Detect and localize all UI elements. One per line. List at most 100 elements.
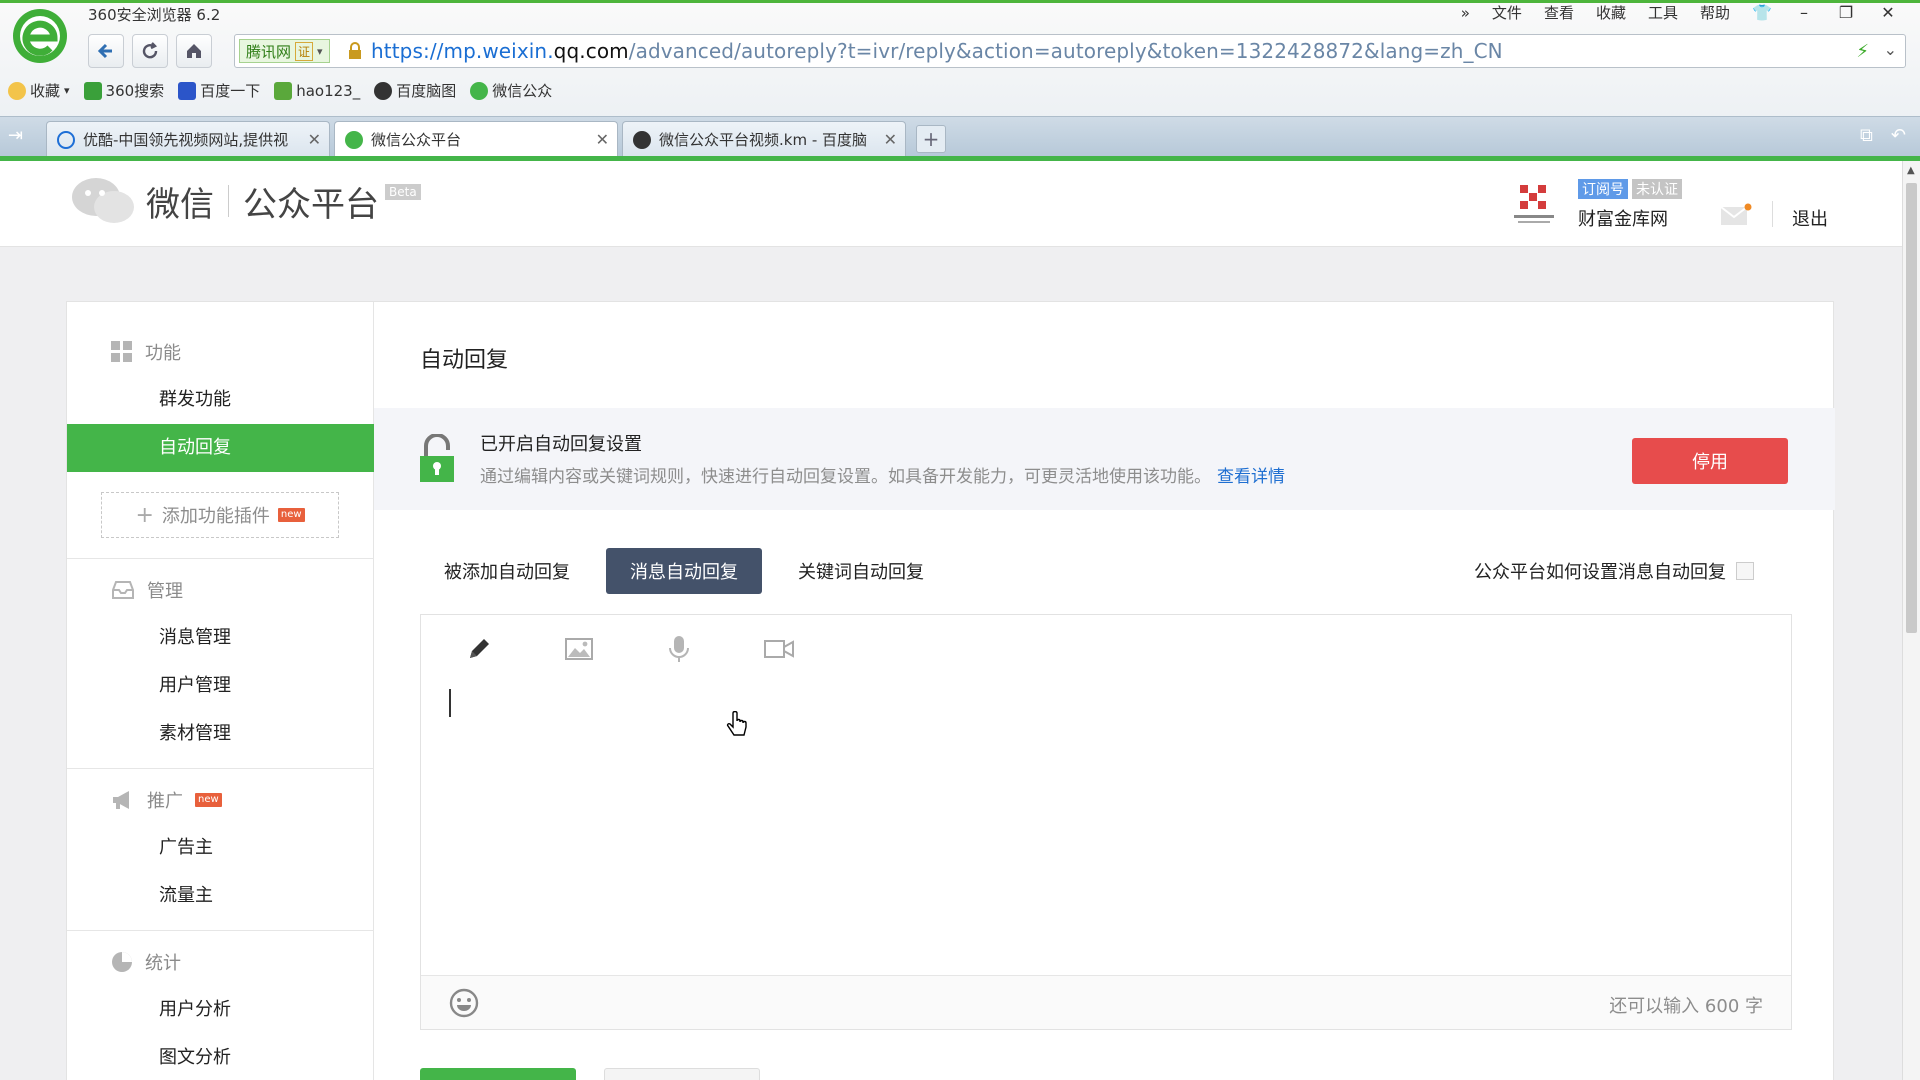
text-caret bbox=[449, 689, 451, 717]
tab-label: 优酷-中国领先视频网站,提供视 bbox=[83, 131, 289, 149]
help-link-label: 公众平台如何设置消息自动回复 bbox=[1474, 562, 1726, 583]
sidebar-item-mass-send[interactable]: 群发功能 bbox=[67, 376, 374, 424]
text-tool-button[interactable] bbox=[457, 629, 501, 669]
account-avatar[interactable] bbox=[1510, 183, 1558, 227]
sidebar-item-users[interactable]: 用户管理 bbox=[67, 662, 374, 710]
reply-editor[interactable]: 还可以输入 600 字 bbox=[420, 614, 1792, 1030]
sidebar-item-messages[interactable]: 消息管理 bbox=[67, 614, 374, 662]
bookmark-favorites[interactable]: 收藏 ▾ bbox=[8, 80, 70, 101]
close-window-button[interactable]: ✕ bbox=[1878, 3, 1898, 22]
help-link[interactable]: 公众平台如何设置消息自动回复 bbox=[1474, 558, 1754, 584]
tab-close-icon[interactable]: ✕ bbox=[596, 130, 609, 149]
tab-close-icon[interactable]: ✕ bbox=[308, 130, 321, 149]
tab-weixin-mp[interactable]: 微信公众平台 ✕ bbox=[334, 121, 618, 157]
menu-help[interactable]: 帮助 bbox=[1700, 2, 1730, 23]
inbox-icon bbox=[112, 581, 134, 599]
menu-tools[interactable]: 工具 bbox=[1648, 2, 1678, 23]
tab-naotu[interactable]: 微信公众平台视频.km - 百度脑 ✕ bbox=[622, 121, 906, 157]
menu-favorites[interactable]: 收藏 bbox=[1596, 2, 1626, 23]
video-camera-icon bbox=[764, 640, 794, 658]
sidebar-section-function: 功能 群发功能 自动回复 bbox=[67, 328, 374, 472]
delete-reply-button[interactable] bbox=[604, 1068, 760, 1080]
menu-overflow-icon[interactable]: » bbox=[1461, 4, 1470, 22]
voice-tool-button[interactable] bbox=[657, 629, 701, 669]
sidebar-item-auto-reply[interactable]: 自动回复 bbox=[67, 424, 374, 472]
scroll-thumb[interactable] bbox=[1906, 183, 1917, 633]
sidebar-item-publisher[interactable]: 流量主 bbox=[67, 872, 374, 920]
bookmark-baidu[interactable]: 百度一下 bbox=[178, 80, 260, 101]
mp-header: 微信 公众平台 Beta 订阅号 未认证 财富金库网 退出 bbox=[0, 161, 1902, 247]
restore-button[interactable]: ❐ bbox=[1836, 3, 1856, 22]
address-dropdown-icon[interactable]: ⌄ bbox=[1884, 40, 1897, 59]
hand-cursor-icon bbox=[726, 711, 747, 736]
page-title: 自动回复 bbox=[420, 348, 509, 373]
sidebar-item-advertiser[interactable]: 广告主 bbox=[67, 824, 374, 872]
bookmark-360search[interactable]: 360搜索 bbox=[83, 80, 164, 101]
naotu-icon bbox=[633, 130, 651, 149]
wechat-icon bbox=[345, 130, 363, 149]
menu-file[interactable]: 文件 bbox=[1492, 2, 1522, 23]
image-icon bbox=[565, 638, 593, 660]
address-bar[interactable]: 腾讯网 证 ▾ https://mp.weixin.qq.com/advance… bbox=[234, 34, 1906, 68]
vertical-scrollbar[interactable]: ▲ bbox=[1902, 161, 1920, 1080]
account-name[interactable]: 财富金库网 bbox=[1578, 205, 1668, 231]
sidebar-divider bbox=[67, 768, 374, 769]
wechat-icon bbox=[470, 81, 489, 100]
status-description-text: 通过编辑内容或关键词规则，快速进行自动回复设置。如具备开发能力，可更灵活地使用该… bbox=[480, 467, 1211, 487]
sidebar-item-user-analysis[interactable]: 用户分析 bbox=[67, 986, 374, 1034]
video-tool-button[interactable] bbox=[757, 629, 801, 669]
sidebar-toggle-icon[interactable]: ⇥ bbox=[8, 125, 23, 146]
bookmark-hao123[interactable]: hao123_ bbox=[274, 81, 360, 100]
lock-icon bbox=[349, 42, 361, 59]
add-plugin-button[interactable]: + 添加功能插件 new bbox=[101, 492, 339, 538]
mail-icon[interactable] bbox=[1720, 203, 1752, 227]
bookmark-weixin[interactable]: 微信公众 bbox=[470, 80, 552, 101]
save-button[interactable] bbox=[420, 1068, 576, 1080]
sidebar-item-article-analysis[interactable]: 图文分析 bbox=[67, 1034, 374, 1080]
url-domain: qq.com bbox=[553, 39, 629, 63]
image-tool-button[interactable] bbox=[557, 629, 601, 669]
hao123-icon bbox=[274, 81, 293, 100]
bookmark-naotu[interactable]: 百度脑图 bbox=[374, 80, 456, 101]
sidebar-divider bbox=[67, 930, 374, 931]
refresh-button[interactable] bbox=[132, 34, 168, 68]
search-icon bbox=[83, 81, 102, 100]
tab-message-reply[interactable]: 消息自动回复 bbox=[606, 548, 762, 594]
tab-youku[interactable]: 优酷-中国领先视频网站,提供视 ✕ bbox=[46, 121, 330, 157]
tab-keyword-reply[interactable]: 关键词自动回复 bbox=[774, 548, 948, 594]
view-details-link[interactable]: 查看详情 bbox=[1217, 467, 1285, 487]
tab-list-icon[interactable]: ⧉ bbox=[1860, 125, 1873, 146]
editor-toolbar bbox=[457, 629, 801, 669]
tab-label: 微信公众平台视频.km - 百度脑 bbox=[659, 131, 868, 149]
speed-mode-icon[interactable]: ⚡ bbox=[1856, 41, 1869, 62]
bookmark-label: 收藏 bbox=[30, 82, 61, 100]
url-text[interactable]: https://mp.weixin.qq.com/advanced/autore… bbox=[371, 39, 1503, 63]
sidebar-section-promote: 推广 new 广告主 流量主 bbox=[67, 776, 374, 920]
new-tab-button[interactable]: + bbox=[916, 125, 946, 153]
menu-view[interactable]: 查看 bbox=[1544, 2, 1574, 23]
tab-follow-reply[interactable]: 被添加自动回复 bbox=[420, 548, 594, 594]
char-count: 还可以输入 600 字 bbox=[1609, 996, 1763, 1017]
sidebar-item-materials[interactable]: 素材管理 bbox=[67, 710, 374, 758]
scroll-up-arrow-icon[interactable]: ▲ bbox=[1907, 165, 1915, 176]
undo-close-icon[interactable]: ↶ bbox=[1891, 125, 1906, 146]
account-type-badges: 订阅号 未认证 bbox=[1578, 179, 1682, 199]
tab-close-icon[interactable]: ✕ bbox=[884, 130, 897, 149]
wechat-mp-logo[interactable]: 微信 公众平台 Beta bbox=[70, 175, 421, 227]
minimize-button[interactable]: – bbox=[1794, 3, 1814, 22]
content-area: 自动回复 已开启自动回复设置 通过编辑内容或关键词规则，快速进行自动回复设置。如… bbox=[374, 302, 1835, 1080]
url-host: https://mp.weixin. bbox=[371, 39, 554, 63]
browser-logo-icon[interactable] bbox=[10, 6, 70, 66]
tab-strip: ⇥ 优酷-中国领先视频网站,提供视 ✕ 微信公众平台 ✕ 微信公众平台视频.km… bbox=[0, 116, 1920, 157]
star-folder-icon bbox=[8, 81, 26, 100]
site-identity-badge[interactable]: 腾讯网 证 ▾ bbox=[239, 39, 330, 63]
logout-link[interactable]: 退出 bbox=[1792, 205, 1828, 231]
back-button[interactable] bbox=[88, 34, 124, 68]
skin-icon[interactable]: 👕 bbox=[1752, 3, 1772, 22]
emoji-icon[interactable] bbox=[449, 988, 479, 1018]
home-button[interactable] bbox=[176, 34, 212, 68]
sidebar-heading-label: 功能 bbox=[145, 343, 181, 364]
unlock-icon bbox=[420, 434, 454, 482]
disable-button[interactable]: 停用 bbox=[1632, 438, 1788, 484]
header-divider bbox=[1772, 201, 1773, 227]
